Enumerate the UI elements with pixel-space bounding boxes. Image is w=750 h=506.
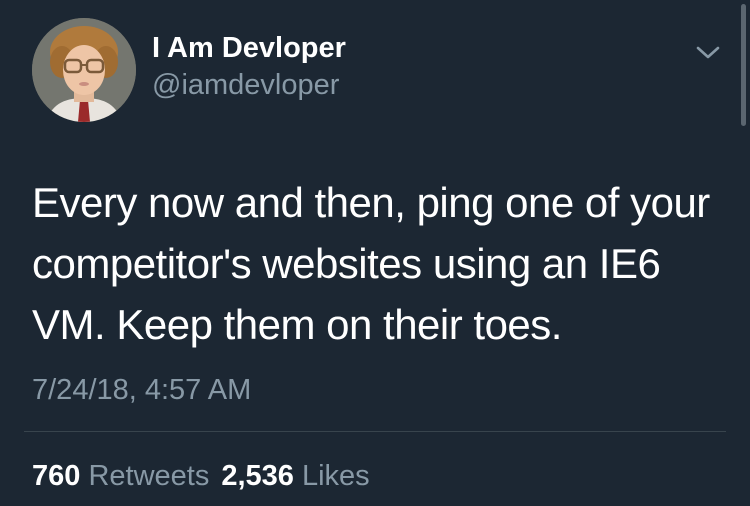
likes-count: 2,536 (221, 460, 294, 492)
scrollbar[interactable] (741, 4, 746, 126)
retweets-label: Retweets (88, 460, 210, 492)
author-handle[interactable]: @iamdevloper (152, 66, 339, 104)
divider (24, 431, 726, 432)
tweet-detail: I Am Devloper @iamdevloper Every now and… (0, 0, 750, 506)
likes-label: Likes (301, 460, 370, 492)
chevron-down-icon (696, 46, 720, 59)
author-display-name[interactable]: I Am Devloper (152, 28, 346, 68)
avatar[interactable] (32, 18, 136, 122)
likes-stat[interactable]: 2,536 Likes (221, 456, 369, 496)
retweets-stat[interactable]: 760 Retweets (32, 456, 209, 496)
tweet-menu-button[interactable] (692, 38, 724, 66)
tweet-text: Every now and then, ping one of your com… (32, 179, 710, 348)
retweets-count: 760 (32, 460, 81, 492)
tweet-timestamp[interactable]: 7/24/18, 4:57 AM (32, 370, 251, 410)
tweet-stats: 760 Retweets 2,536 Likes (32, 456, 382, 496)
avatar-image (32, 18, 136, 122)
